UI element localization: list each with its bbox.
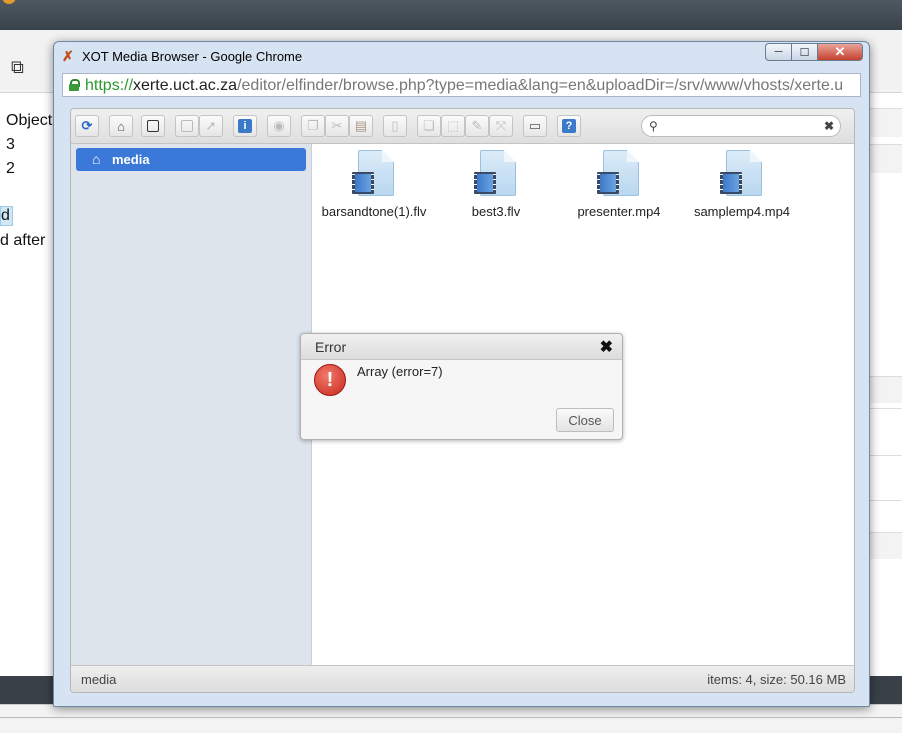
file-item[interactable]: presenter.mp4 xyxy=(559,148,679,219)
background-text-2: 2 xyxy=(6,160,15,177)
file-item[interactable]: barsandtone(1).flv xyxy=(314,148,434,219)
url-host: xerte.uct.ac.za xyxy=(133,77,238,94)
file-name: presenter.mp4 xyxy=(577,204,661,219)
file-item[interactable]: samplemp4.mp4 xyxy=(682,148,802,219)
paste-icon[interactable]: ▤ xyxy=(349,115,373,137)
reload-icon[interactable]: ⟳ xyxy=(75,115,99,137)
file-name: best3.flv xyxy=(471,204,521,219)
copy-icon[interactable]: ⧉ xyxy=(11,56,33,78)
duplicate-icon[interactable]: ❏ xyxy=(417,115,441,137)
video-file-icon xyxy=(718,148,766,198)
error-dialog: Error ✖ ! Array (error=7) Close xyxy=(300,333,623,440)
dialog-close-icon[interactable]: ✖ xyxy=(600,337,613,357)
save-icon[interactable] xyxy=(175,115,199,137)
search-icon: ⚲ xyxy=(649,119,658,133)
maximize-button[interactable]: ☐ xyxy=(791,43,817,61)
url-text[interactable]: https://xerte.uct.ac.za/editor/elfinder/… xyxy=(85,76,843,96)
nav-item-label: media xyxy=(112,152,150,167)
video-file-icon xyxy=(350,148,398,198)
background-text-3: 3 xyxy=(6,136,15,153)
background-bottom-strip xyxy=(0,704,902,733)
view-icon[interactable]: ▭ xyxy=(523,115,547,137)
status-stats: items: 4, size: 50.16 MB xyxy=(707,672,846,687)
nav-item-media[interactable]: ⌂ media xyxy=(76,148,306,171)
window-title: XOT Media Browser - Google Chrome xyxy=(82,49,303,64)
elfinder-toolbar: ⟳ ⌂ ➚ i ◉ ❐ ✂ ▤ ▯ ❏ ⬚ ✎ ⤧ ▭ ? ⚲ ✖ xyxy=(71,109,854,144)
dialog-close-button[interactable]: Close xyxy=(556,408,614,432)
preview-eye-icon[interactable]: ◉ xyxy=(267,115,291,137)
background-text-highlighted[interactable]: d xyxy=(0,206,13,226)
status-bar: media items: 4, size: 50.16 MB xyxy=(71,665,854,692)
background-text-after: d after xyxy=(0,232,46,249)
save-upload-icon[interactable] xyxy=(141,115,165,137)
cut-icon[interactable]: ✂ xyxy=(325,115,349,137)
file-name: barsandtone(1).flv xyxy=(321,204,427,219)
close-window-button[interactable]: ✕ xyxy=(817,43,863,61)
dialog-titlebar: Error ✖ xyxy=(301,334,622,360)
xerte-app-icon: ✗ xyxy=(62,48,74,64)
status-path: media xyxy=(81,672,117,687)
rm-icon[interactable]: ▯ xyxy=(383,115,407,137)
video-file-icon xyxy=(472,148,520,198)
search-input[interactable] xyxy=(664,118,818,136)
window-controls: ─ ☐ ✕ xyxy=(765,43,863,62)
edit-icon[interactable]: ✎ xyxy=(465,115,489,137)
info-icon[interactable]: i xyxy=(233,115,257,137)
navbar-tree: ⌂ media xyxy=(71,144,312,665)
address-bar[interactable]: https://xerte.uct.ac.za/editor/elfinder/… xyxy=(62,73,861,97)
file-item[interactable]: best3.flv xyxy=(436,148,556,219)
clear-search-icon[interactable]: ✖ xyxy=(824,119,834,133)
help-icon[interactable]: ? xyxy=(557,115,581,137)
file-name: samplemp4.mp4 xyxy=(693,204,791,219)
rename-icon[interactable]: ⬚ xyxy=(441,115,465,137)
error-icon: ! xyxy=(314,364,346,396)
dialog-title: Error xyxy=(315,339,347,355)
minimize-button[interactable]: ─ xyxy=(765,43,791,61)
background-text-object: Object xyxy=(6,112,53,129)
select-pointer-icon[interactable]: ➚ xyxy=(199,115,223,137)
url-path: /editor/elfinder/browse.php?type=media&l… xyxy=(237,77,844,94)
lock-icon xyxy=(69,79,80,91)
home-icon[interactable]: ⌂ xyxy=(109,115,133,137)
resize-icon[interactable]: ⤧ xyxy=(489,115,513,137)
home-icon: ⌂ xyxy=(92,151,101,167)
copy-icon[interactable]: ❐ xyxy=(301,115,325,137)
url-scheme: https:// xyxy=(85,77,134,94)
search-field[interactable]: ⚲ ✖ xyxy=(641,115,841,137)
background-top-bar xyxy=(0,0,902,30)
dialog-message: Array (error=7) xyxy=(357,364,443,379)
video-file-icon xyxy=(595,148,643,198)
